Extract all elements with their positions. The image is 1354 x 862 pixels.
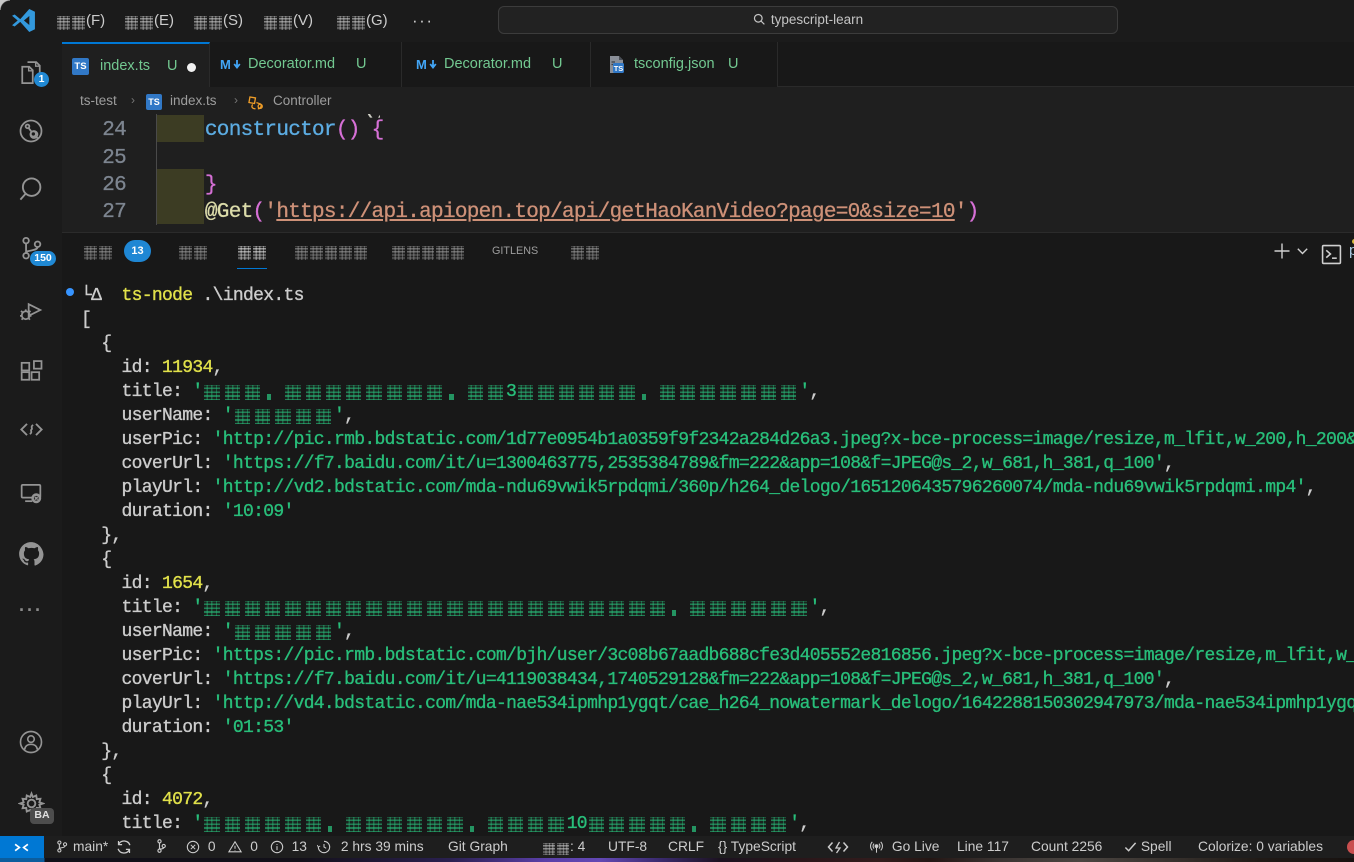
svg-text:M: M [220, 58, 231, 72]
svg-text:TS: TS [614, 64, 624, 73]
svg-text:M: M [416, 58, 427, 72]
